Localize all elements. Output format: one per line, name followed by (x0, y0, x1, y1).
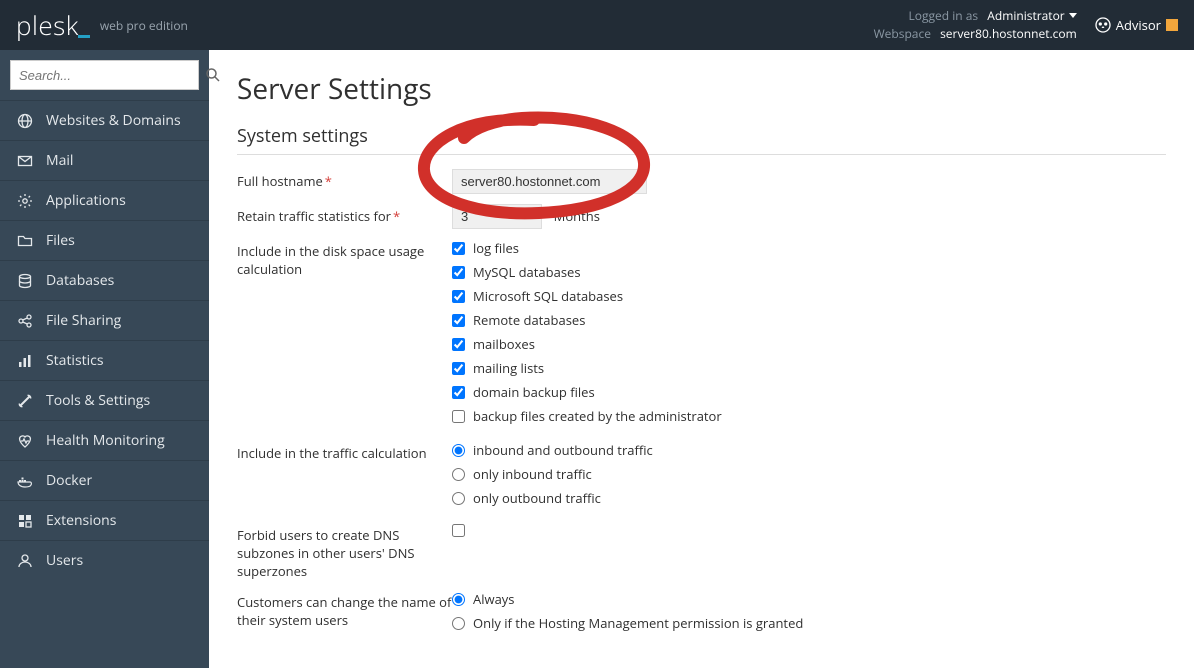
content-area: Server Settings System settings Full hos… (209, 50, 1194, 668)
extensions-icon (14, 513, 36, 529)
mail-icon (14, 153, 36, 169)
advisor-button[interactable]: Advisor (1095, 16, 1178, 34)
hostname-label: Full hostname* (237, 169, 452, 190)
sidebar-item-label: Files (46, 231, 75, 250)
search-input[interactable] (11, 68, 205, 83)
rename-opt-radio[interactable] (452, 617, 465, 630)
sidebar-item-mail[interactable]: Mail (0, 140, 209, 180)
disk-opt-label: MySQL databases (473, 263, 581, 281)
hostname-input[interactable] (452, 169, 647, 194)
disk-opt-label: log files (473, 239, 519, 257)
traffic-opt-radio[interactable] (452, 492, 465, 505)
top-header: plesk web pro edition Logged in as Admin… (0, 0, 1194, 50)
sidebar-item-label: Users (46, 551, 83, 570)
owl-icon (1095, 17, 1111, 33)
webspace-label: Webspace (874, 25, 931, 42)
webspace-value[interactable]: server80.hostonnet.com (940, 25, 1077, 42)
sidebar-item-label: Tools & Settings (46, 391, 150, 410)
users-icon (14, 553, 36, 569)
disk-opt-label: Remote databases (473, 311, 585, 329)
sidebar-item-docker[interactable]: Docker (0, 460, 209, 500)
traffic-opt-radio[interactable] (452, 444, 465, 457)
sidebar-item-health-monitoring[interactable]: Health Monitoring (0, 420, 209, 460)
logged-in-label: Logged in as (909, 7, 979, 24)
sidebar-item-label: Health Monitoring (46, 431, 165, 450)
retain-label: Retain traffic statistics for* (237, 204, 452, 225)
stats-icon (14, 353, 36, 369)
sidebar-item-label: Applications (46, 191, 126, 210)
disk-opt-label: Microsoft SQL databases (473, 287, 623, 305)
disk-opt-label: backup files created by the administrato… (473, 407, 722, 425)
sidebar-item-label: Mail (46, 151, 73, 170)
traffic-opt-label: inbound and outbound traffic (473, 441, 653, 459)
disk-usage-label: Include in the disk space usage calculat… (237, 239, 452, 278)
disk-opt-checkbox[interactable] (452, 266, 465, 279)
gear-icon (14, 193, 36, 209)
forbid-dns-label: Forbid users to create DNS subzones in o… (237, 523, 452, 580)
traffic-calc-label: Include in the traffic calculation (237, 441, 452, 462)
sidebar-item-label: File Sharing (46, 311, 121, 330)
sidebar-item-applications[interactable]: Applications (0, 180, 209, 220)
traffic-opt-label: only inbound traffic (473, 465, 592, 483)
disk-opt-label: domain backup files (473, 383, 595, 401)
disk-opt-checkbox[interactable] (452, 338, 465, 351)
login-info: Logged in as Administrator Webspace serv… (874, 7, 1077, 43)
disk-opt-checkbox[interactable] (452, 410, 465, 423)
sidebar-item-label: Extensions (46, 511, 116, 530)
sidebar-item-websites-domains[interactable]: Websites & Domains (0, 100, 209, 140)
rename-opt-label: Always (473, 590, 515, 608)
disk-opt-label: mailing lists (473, 359, 544, 377)
database-icon (14, 273, 36, 289)
sidebar: Websites & Domains Mail Applications Files D… (0, 50, 209, 668)
disk-opt-checkbox[interactable] (452, 290, 465, 303)
traffic-opt-radio[interactable] (452, 468, 465, 481)
page-title: Server Settings (237, 70, 1166, 108)
share-icon (14, 313, 36, 329)
sidebar-item-users[interactable]: Users (0, 540, 209, 580)
health-icon (14, 433, 36, 449)
disk-opt-checkbox[interactable] (452, 242, 465, 255)
retain-unit: Months (554, 207, 600, 225)
sidebar-item-label: Statistics (46, 351, 104, 370)
sidebar-item-file-sharing[interactable]: File Sharing (0, 300, 209, 340)
tools-icon (14, 393, 36, 409)
sidebar-item-label: Docker (46, 471, 92, 490)
user-menu[interactable]: Administrator (987, 7, 1076, 24)
rename-users-label: Customers can change the name of their s… (237, 590, 452, 629)
disk-opt-label: mailboxes (473, 335, 535, 353)
globe-icon (14, 113, 36, 129)
rename-opt-label: Only if the Hosting Management permissio… (473, 614, 803, 632)
sidebar-item-tools-settings[interactable]: Tools & Settings (0, 380, 209, 420)
disk-opt-checkbox[interactable] (452, 386, 465, 399)
section-heading: System settings (237, 124, 1166, 155)
sidebar-item-databases[interactable]: Databases (0, 260, 209, 300)
chevron-down-icon (1069, 13, 1077, 18)
sidebar-item-label: Databases (46, 271, 114, 290)
sidebar-item-extensions[interactable]: Extensions (0, 500, 209, 540)
disk-opt-checkbox[interactable] (452, 362, 465, 375)
folder-icon (14, 233, 36, 249)
sidebar-item-label: Websites & Domains (46, 111, 181, 130)
sidebar-item-files[interactable]: Files (0, 220, 209, 260)
edition-label: web pro edition (100, 17, 188, 34)
sidebar-item-statistics[interactable]: Statistics (0, 340, 209, 380)
plesk-logo: plesk (16, 7, 90, 43)
forbid-dns-checkbox[interactable] (452, 524, 465, 537)
traffic-opt-label: only outbound traffic (473, 489, 601, 507)
rename-opt-radio[interactable] (452, 593, 465, 606)
disk-opt-checkbox[interactable] (452, 314, 465, 327)
search-box[interactable] (10, 60, 199, 90)
retain-input[interactable] (452, 204, 542, 229)
docker-icon (14, 473, 36, 489)
warning-badge (1166, 19, 1178, 31)
